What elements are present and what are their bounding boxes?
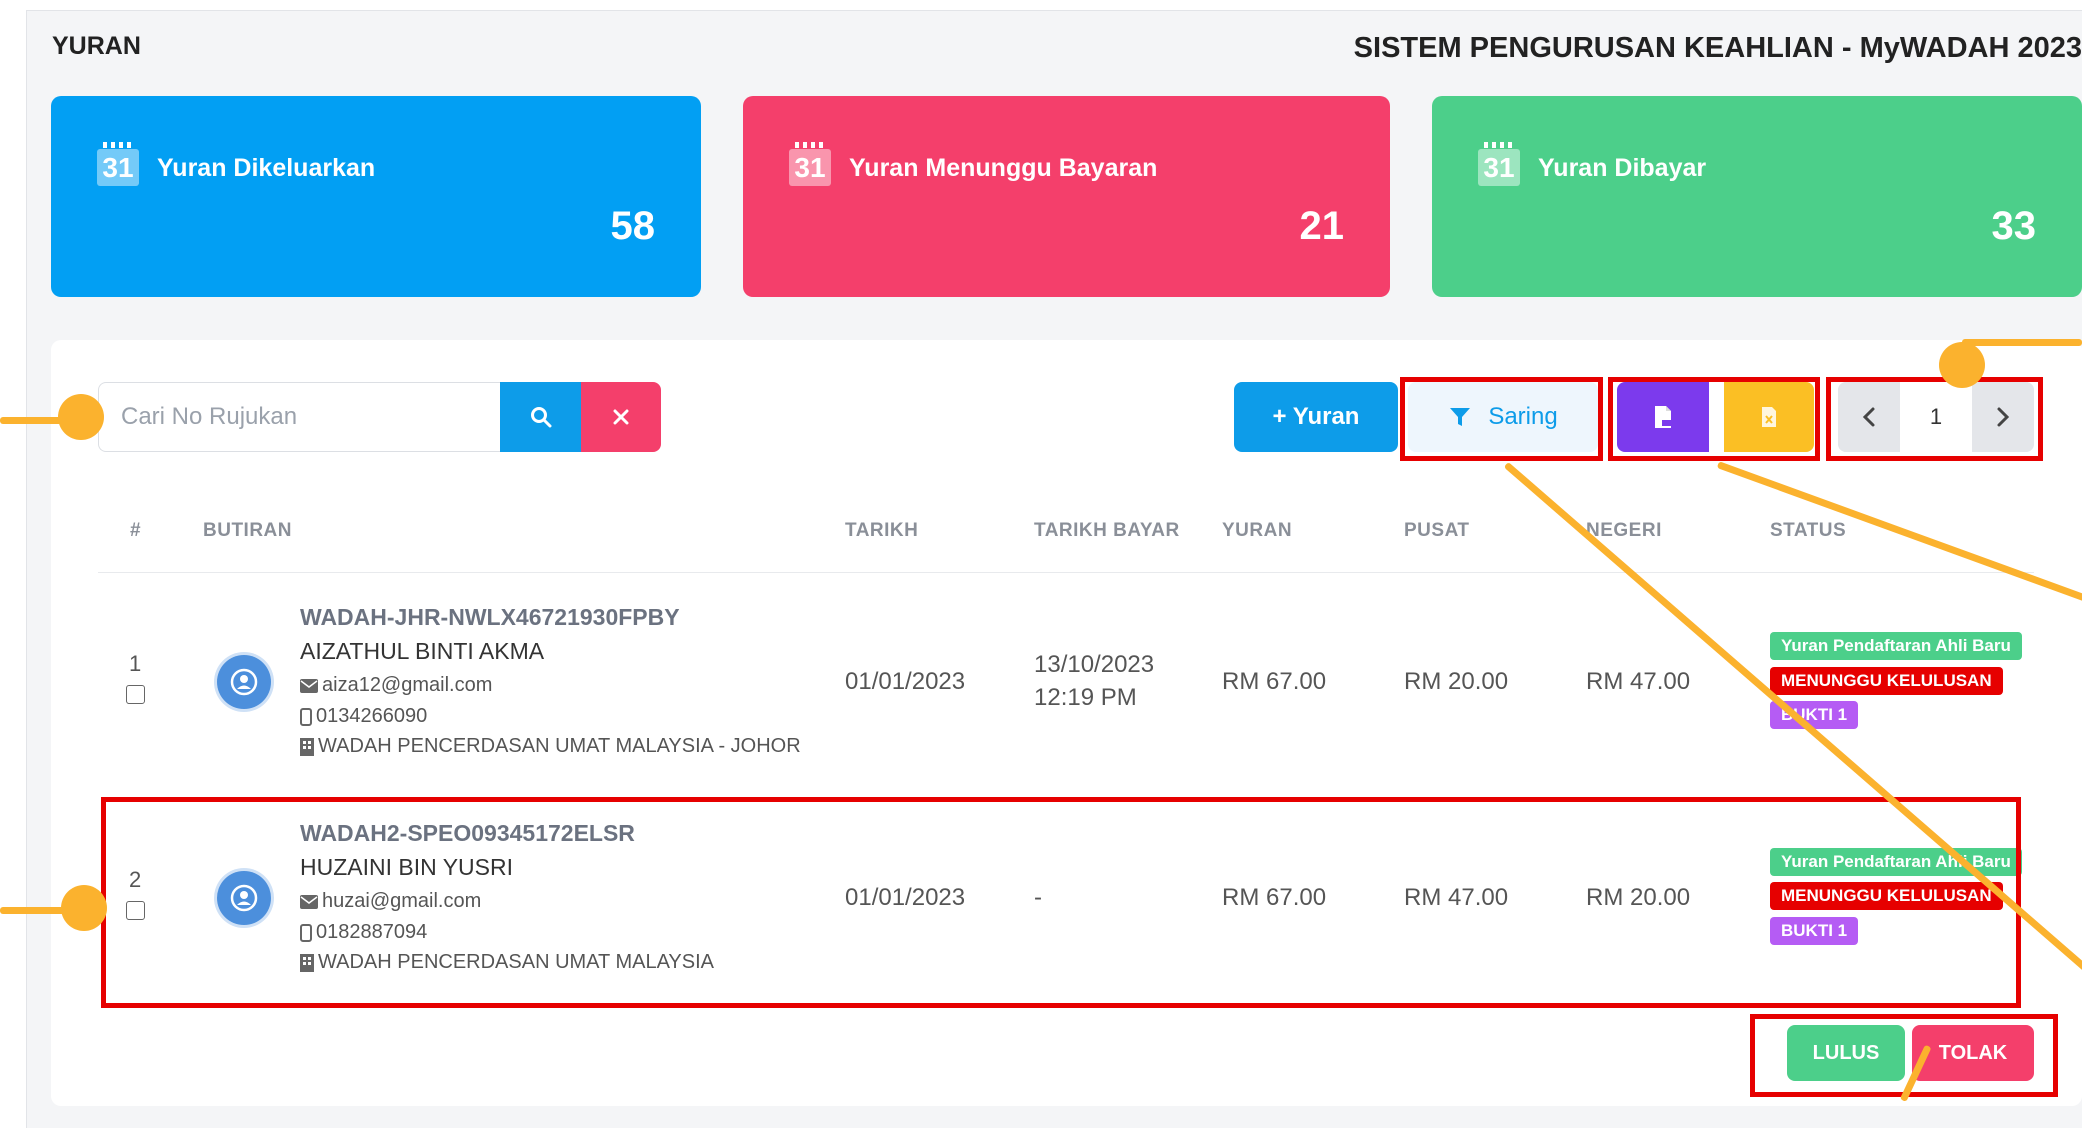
- member-organization: WADAH PENCERDASAN UMAT MALAYSIA: [300, 951, 714, 974]
- prev-page-button[interactable]: [1838, 382, 1900, 452]
- clear-search-button[interactable]: [581, 382, 661, 452]
- building-icon: [300, 953, 314, 972]
- stat-value: 58: [610, 204, 656, 248]
- chevron-right-icon: [1997, 407, 2010, 427]
- col-header-tarikh: TARIKH: [845, 520, 919, 541]
- pagination: 1: [1838, 382, 2034, 452]
- row-number: 2: [129, 867, 142, 892]
- col-header-butiran: BUTIRAN: [203, 520, 292, 541]
- member-name: AIZATHUL BINTI AKMA: [300, 638, 545, 664]
- status-badge-type: Yuran Pendaftaran Ahli Baru: [1770, 848, 2022, 876]
- building-icon: [300, 737, 314, 756]
- stat-card-yuran-menunggu: 31 Yuran Menunggu Bayaran 21: [743, 96, 1390, 297]
- search-button[interactable]: [500, 382, 581, 452]
- callout-dot: [58, 394, 104, 440]
- phone-icon: [300, 707, 312, 726]
- member-email: huzai@gmail.com: [300, 890, 481, 913]
- member-organization: WADAH PENCERDASAN UMAT MALAYSIA - JOHOR: [300, 735, 801, 758]
- pdf-file-icon: [1655, 406, 1672, 428]
- chevron-left-icon: [1862, 407, 1875, 427]
- col-header-yuran: YURAN: [1222, 520, 1293, 541]
- col-header-tarikh-bayar: TARIKH BAYAR: [1034, 520, 1180, 541]
- col-header-num: #: [130, 520, 142, 541]
- tarikh-bayar-date: 13/10/2023: [1034, 651, 1155, 678]
- filter-icon: [1450, 408, 1471, 426]
- header-divider: [98, 572, 2034, 573]
- status-badge-pending: MENUNGGU KELULUSAN: [1770, 667, 2003, 695]
- member-name: HUZAINI BIN YUSRI: [300, 854, 513, 880]
- negeri-amount: RM 47.00: [1586, 668, 1691, 695]
- proof-badge[interactable]: BUKTI 1: [1770, 917, 1859, 945]
- stat-label: Yuran Dibayar: [1538, 154, 1707, 182]
- stat-value: 21: [1299, 204, 1345, 248]
- stat-label: Yuran Dikeluarkan: [157, 154, 376, 182]
- search-field[interactable]: [98, 382, 500, 452]
- status-badge-type: Yuran Pendaftaran Ahli Baru: [1770, 632, 2022, 660]
- user-icon: [230, 884, 258, 912]
- pusat-amount: RM 47.00: [1404, 884, 1509, 911]
- member-email: aiza12@gmail.com: [300, 674, 492, 697]
- status-badge-pending: MENUNGGU KELULUSAN: [1770, 882, 2003, 910]
- callout-dot: [1939, 342, 1985, 388]
- next-page-button[interactable]: [1972, 382, 2034, 452]
- callout-dot: [61, 885, 107, 931]
- row-checkbox[interactable]: [126, 685, 145, 704]
- export-pdf-button[interactable]: [1617, 382, 1709, 452]
- tarikh-bayar-time: 12:19 PM: [1034, 684, 1137, 711]
- reference-number: WADAH-JHR-NWLX46721930FPBY: [300, 604, 680, 630]
- col-header-status: STATUS: [1770, 520, 1847, 541]
- search-icon: [530, 407, 551, 428]
- close-icon: [613, 409, 629, 425]
- pusat-amount: RM 20.00: [1404, 668, 1509, 695]
- app-title: SISTEM PENGURUSAN KEAHLIAN - MyWADAH 202…: [1353, 32, 2082, 64]
- col-header-pusat: PUSAT: [1404, 520, 1470, 541]
- member-phone: 0134266090: [300, 705, 427, 728]
- row-number: 1: [129, 651, 142, 676]
- callout-line: [1962, 339, 2082, 346]
- avatar: [217, 871, 271, 925]
- stat-value: 33: [1991, 204, 2037, 248]
- phone-icon: [300, 923, 312, 942]
- reference-number: WADAH2-SPEO09345172ELSR: [300, 820, 635, 846]
- user-icon: [230, 668, 258, 696]
- filter-button[interactable]: Saring: [1408, 382, 1598, 452]
- tarikh-bayar-date: -: [1034, 884, 1042, 911]
- tarikh: 01/01/2023: [845, 884, 966, 911]
- envelope-icon: [300, 894, 318, 909]
- calendar-icon: 31: [97, 142, 139, 186]
- stat-label: Yuran Menunggu Bayaran: [849, 154, 1158, 182]
- row-checkbox[interactable]: [126, 901, 145, 920]
- calendar-icon: 31: [789, 142, 831, 186]
- search-input[interactable]: [99, 383, 500, 451]
- tarikh: 01/01/2023: [845, 668, 966, 695]
- approve-button[interactable]: LULUS: [1787, 1025, 1905, 1081]
- reject-button[interactable]: TOLAK: [1912, 1025, 2034, 1081]
- export-excel-button[interactable]: [1724, 382, 1814, 452]
- avatar: [217, 655, 271, 709]
- excel-file-icon: [1762, 407, 1776, 427]
- yuran-amount: RM 67.00: [1222, 884, 1327, 911]
- yuran-amount: RM 67.00: [1222, 668, 1327, 695]
- stat-card-yuran-dikeluarkan: 31 Yuran Dikeluarkan 58: [51, 96, 701, 297]
- filter-label: Saring: [1488, 403, 1558, 430]
- envelope-icon: [300, 678, 318, 693]
- member-phone: 0182887094: [300, 921, 427, 944]
- current-page[interactable]: 1: [1900, 382, 1972, 452]
- add-yuran-button[interactable]: + Yuran: [1234, 382, 1398, 452]
- calendar-icon: 31: [1478, 142, 1520, 186]
- negeri-amount: RM 20.00: [1586, 884, 1691, 911]
- page-title: YURAN: [52, 32, 141, 60]
- stat-card-yuran-dibayar: 31 Yuran Dibayar 33: [1432, 96, 2082, 297]
